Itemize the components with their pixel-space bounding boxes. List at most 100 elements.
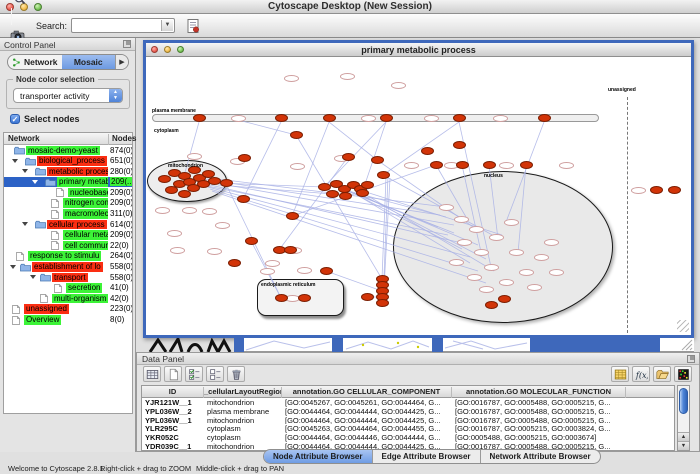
gene-node[interactable] [371, 156, 384, 164]
delete-attribute-button[interactable] [227, 366, 245, 382]
annotation-doc-button[interactable] [181, 15, 205, 36]
float-panel-icon[interactable] [687, 355, 695, 363]
gene-node[interactable] [456, 161, 469, 169]
node-label-capsule[interactable] [340, 73, 355, 80]
gene-node[interactable] [380, 114, 393, 122]
table-cell[interactable]: [GO:0016787, GO:0005488, GO:0005215, G..… [452, 416, 626, 425]
tree-row[interactable]: transport558(0) [4, 272, 132, 283]
tab-node-attribute-browser[interactable]: Node Attribute Browser [264, 450, 373, 463]
scroll-up-icon[interactable]: ▲ [678, 432, 689, 441]
node-label-capsule[interactable] [231, 115, 246, 122]
node-label-capsule[interactable] [265, 260, 280, 267]
node-label-capsule[interactable] [170, 247, 185, 254]
gene-node[interactable] [220, 179, 233, 187]
table-cell[interactable]: cytoplasm [204, 424, 282, 433]
tree-row[interactable]: nucleobase-209(0) [4, 187, 132, 198]
new-attribute-button[interactable] [164, 366, 182, 382]
gene-node[interactable] [421, 147, 434, 155]
node-label-capsule[interactable] [457, 239, 472, 246]
function-builder-button[interactable]: f(x) [632, 366, 650, 382]
scrollbar-thumb[interactable] [679, 388, 688, 414]
gene-node[interactable] [498, 295, 511, 303]
expand-arrow-icon[interactable] [32, 180, 38, 184]
gene-node[interactable] [298, 294, 311, 302]
scroll-down-icon[interactable]: ▼ [678, 441, 689, 450]
gene-node[interactable] [178, 190, 191, 198]
table-cell[interactable]: YJR121W__1 [142, 398, 204, 407]
gene-node[interactable] [323, 114, 336, 122]
table-cell[interactable]: YPL036W__1 [142, 416, 204, 425]
search-dropdown-arrow-icon[interactable]: ▼ [161, 20, 173, 31]
gene-node[interactable] [453, 141, 466, 149]
expand-arrow-icon[interactable] [22, 169, 28, 173]
gene-node[interactable] [275, 294, 288, 302]
table-cell[interactable]: [GO:0016787, GO:0005215, GO:0003824, G..… [452, 424, 626, 433]
node-label-capsule[interactable] [167, 230, 182, 237]
table-cell[interactable]: [GO:0016787, GO:0005488, GO:0005215, G..… [452, 407, 626, 416]
table-row[interactable]: YPL036W__2plasma membrane[GO:0044464, GO… [142, 407, 674, 416]
float-panel-icon[interactable] [123, 40, 131, 48]
gene-node[interactable] [238, 154, 251, 162]
heatmap-button[interactable] [674, 366, 692, 382]
gene-node[interactable] [430, 161, 443, 169]
node-label-capsule[interactable] [155, 207, 170, 214]
table-row[interactable]: YKR052Ccytoplasm[GO:0044464, GO:0044446,… [142, 433, 674, 442]
column-header[interactable]: _cellularLayoutRegion [204, 387, 282, 398]
tab-overflow-arrow[interactable]: ▶ [115, 55, 128, 69]
gene-node[interactable] [342, 153, 355, 161]
table-scrollbar[interactable]: ▲ ▼ [677, 385, 690, 451]
node-label-capsule[interactable] [439, 204, 454, 211]
table-cell[interactable]: YDR039C__1 [142, 442, 204, 451]
gene-node[interactable] [361, 181, 374, 189]
import-attributes-button[interactable] [653, 366, 671, 382]
table-row[interactable]: YLR295Ccytoplasm[GO:0045263, GO:0044464,… [142, 424, 674, 433]
gene-node[interactable] [326, 190, 339, 198]
node-label-capsule[interactable] [391, 82, 406, 89]
table-cell[interactable]: [GO:0016787, GO:0005488, GO:0005215, G..… [452, 398, 626, 407]
color-attribute-dropdown[interactable]: transporter activity ▲▼ [13, 88, 123, 103]
node-label-capsule[interactable] [467, 274, 482, 281]
table-cell[interactable]: plasma membrane [204, 407, 282, 416]
tree-row[interactable]: cellular metabo209(0) [4, 230, 132, 241]
zoom-region-button[interactable] [6, 0, 30, 8]
network-canvas[interactable]: plasma membranecytoplasmmitochondrionnuc… [146, 57, 691, 334]
expand-arrow-icon[interactable] [12, 159, 18, 163]
table-cell[interactable]: YPL036W__2 [142, 407, 204, 416]
gene-node[interactable] [320, 267, 333, 275]
node-label-capsule[interactable] [489, 234, 504, 241]
table-cell[interactable]: [GO:0044464, GO:0044446, GO:0044444, G..… [282, 433, 452, 442]
select-attributes-button[interactable] [185, 366, 203, 382]
tree-row[interactable]: mosaic-demo-yeast874(0) [4, 145, 132, 156]
table-cell[interactable]: [GO:0044464, GO:0044444, GO:0044425, G..… [282, 416, 452, 425]
gene-node[interactable] [668, 186, 681, 194]
table-cell[interactable]: [GO:0044464, GO:0044444, GO:0044425, G..… [282, 407, 452, 416]
minimize-button[interactable] [164, 46, 171, 53]
node-label-capsule[interactable] [559, 162, 574, 169]
gene-node[interactable] [356, 189, 369, 197]
table-row[interactable]: YPL036W__1mitochondrion[GO:0044464, GO:0… [142, 416, 674, 425]
gene-node[interactable] [286, 212, 299, 220]
gene-node[interactable] [245, 237, 258, 245]
node-label-capsule[interactable] [484, 264, 499, 271]
gene-node[interactable] [453, 114, 466, 122]
gene-node[interactable] [284, 246, 297, 254]
node-label-capsule[interactable] [260, 268, 275, 275]
gene-node[interactable] [538, 114, 551, 122]
node-label-capsule[interactable] [479, 286, 494, 293]
gene-node[interactable] [361, 293, 374, 301]
tree-row[interactable]: metabolic process280(0) [4, 166, 132, 177]
zoom-button[interactable] [177, 46, 184, 53]
table-cell[interactable]: [GO:0045267, GO:0045261, GO:0044464, G..… [282, 398, 452, 407]
close-button[interactable] [151, 46, 158, 53]
node-label-capsule[interactable] [202, 208, 217, 215]
expand-arrow-icon[interactable] [30, 275, 36, 279]
node-label-capsule[interactable] [499, 279, 514, 286]
node-label-capsule[interactable] [519, 269, 534, 276]
spreadsheet-button[interactable] [611, 366, 629, 382]
tab-network-attribute-browser[interactable]: Network Attribute Browser [481, 450, 600, 463]
network-window-titlebar[interactable]: primary metabolic process [146, 43, 691, 57]
node-label-capsule[interactable] [469, 226, 484, 233]
node-label-capsule[interactable] [509, 249, 524, 256]
node-label-capsule[interactable] [504, 219, 519, 226]
column-header[interactable]: annotation.GO MOLECULAR_FUNCTION [452, 387, 626, 398]
